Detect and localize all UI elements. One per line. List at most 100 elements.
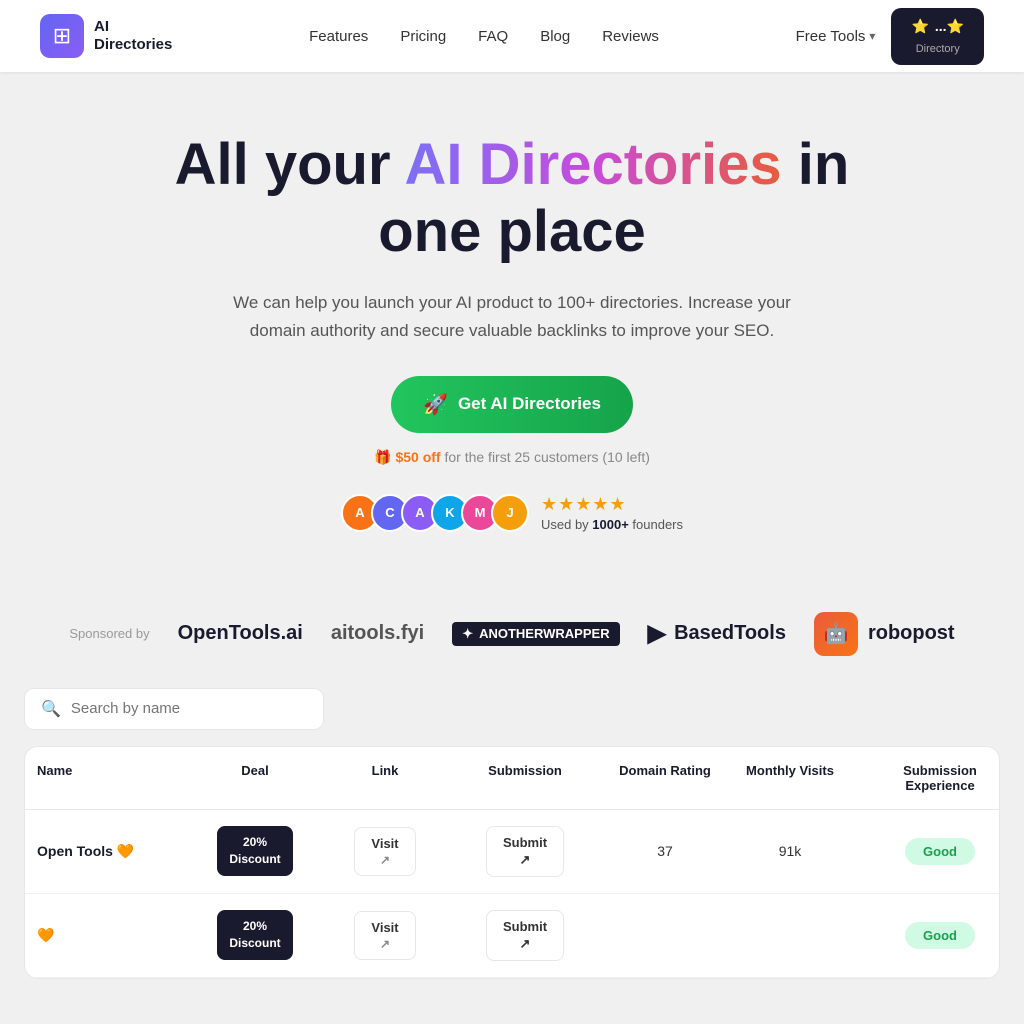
github-icon: ⭐ (911, 18, 928, 35)
nav-pricing[interactable]: Pricing (400, 28, 446, 45)
cell-monthly-visits: 91k (725, 827, 855, 875)
stars-block: ★★★★★ Used by 1000+ founders (541, 494, 683, 532)
logo-icon: ⊞ (40, 14, 84, 58)
hero-headline: All your AI Directories in one place (162, 132, 862, 265)
deal-badge: 20% Discount (217, 826, 292, 876)
cell-domain-rating-2 (605, 919, 725, 951)
search-icon: 🔍 (41, 699, 61, 719)
nav-right: Free Tools ▾ ⭐ ...⭐ Directory (796, 8, 984, 65)
cell-deal: 20% Discount (185, 810, 325, 892)
search-input[interactable] (71, 700, 307, 717)
col-submission-experience: Submission Experience (855, 747, 1000, 809)
table-section: 🔍 Name Deal Link Submission Domain Ratin… (0, 688, 1024, 1019)
sponsor-aitools: aitools.fyi (331, 622, 424, 645)
navbar: ⊞ AI Directories Features Pricing FAQ Bl… (0, 0, 1024, 72)
cell-experience-2: Good (855, 906, 1000, 965)
hero-cta-button[interactable]: 🚀 Get AI Directories (391, 376, 633, 433)
monthly-visits-value: 91k (779, 843, 802, 859)
headline-start: All your (175, 132, 405, 197)
used-by-prefix: Used by (541, 517, 592, 532)
deal2-line1: 20% (243, 919, 267, 933)
free-tools-menu[interactable]: Free Tools ▾ (796, 28, 876, 45)
cell-name: Open Tools 🧡 (25, 827, 185, 876)
external-link-icon: ↗ (380, 853, 390, 867)
cell-link-2[interactable]: Visit ↗ (325, 895, 445, 976)
col-name: Name (25, 747, 185, 809)
nav-brand: AI Directories (94, 18, 172, 54)
experience-badge-good-2: Good (905, 922, 975, 949)
visit-button-2[interactable]: Visit ↗ (354, 911, 415, 960)
sponsor-basedtools: ▶ BasedTools (648, 619, 786, 648)
free-tools-label: Free Tools (796, 28, 866, 45)
table-header: Name Deal Link Submission Domain Rating … (25, 747, 999, 810)
cell-domain-rating: 37 (605, 827, 725, 875)
col-monthly-visits: Monthly Visits (725, 747, 855, 809)
social-proof: A C A K M J ★★★★★ Used by 1000+ founders (20, 494, 1004, 532)
github-button[interactable]: ⭐ ...⭐ Directory (891, 8, 984, 65)
robopost-icon: 🤖 (814, 612, 858, 656)
used-by-suffix: founders (629, 517, 683, 532)
cell-experience: Good (855, 822, 1000, 881)
sponsor-robopost: 🤖 robopost (814, 612, 955, 656)
avatar-group: A C A K M J (341, 494, 529, 532)
submit-link-icon-2: ↗ (520, 936, 531, 952)
cell-submission[interactable]: Submit ↗ (445, 810, 605, 893)
external-link-icon-2: ↗ (380, 937, 390, 951)
nav-reviews[interactable]: Reviews (602, 28, 659, 45)
directory-table: Name Deal Link Submission Domain Rating … (24, 746, 1000, 979)
aw-text: ANOTHERWRAPPER (479, 626, 610, 641)
deal2-line2: Discount (229, 936, 280, 950)
cell-deal-2: 20% Discount (185, 894, 325, 976)
experience-badge-good: Good (905, 838, 975, 865)
sponsors-bar: Sponsored by OpenTools.ai aitools.fyi ✦ … (0, 612, 1024, 688)
deal-badge-2: 20% Discount (217, 910, 292, 960)
col-deal: Deal (185, 747, 325, 809)
cell-link[interactable]: Visit ↗ (325, 811, 445, 892)
cell-submission-2[interactable]: Submit ↗ (445, 894, 605, 977)
promo-bar: 🎁 $50 off for the first 25 customers (10… (20, 449, 1004, 466)
submit-button-2[interactable]: Submit ↗ (486, 910, 564, 961)
sponsor-label: Sponsored by (69, 626, 149, 641)
col-link: Link (325, 747, 445, 809)
deal-line1: 20% (243, 835, 267, 849)
visit-label-2: Visit (371, 920, 398, 935)
brand-line2: Directories (94, 36, 172, 54)
col-domain-rating: Domain Rating (605, 747, 725, 809)
nav-faq[interactable]: FAQ (478, 28, 508, 45)
hero-section: All your AI Directories in one place We … (0, 72, 1024, 612)
row2-name: 🧡 (37, 927, 54, 944)
promo-text: for the first 25 customers (10 left) (444, 449, 649, 465)
based-icon: ▶ (648, 619, 666, 648)
row1-name: Open Tools 🧡 (37, 843, 134, 860)
col-submission: Submission (445, 747, 605, 809)
submit-label-2: Submit (503, 919, 547, 934)
nav-features[interactable]: Features (309, 28, 368, 45)
nav-left: ⊞ AI Directories (40, 14, 172, 58)
submit-label: Submit (503, 835, 547, 850)
search-container: 🔍 (24, 688, 324, 730)
deal-line2: Discount (229, 852, 280, 866)
avatar: J (491, 494, 529, 532)
robopost-text: robopost (868, 622, 955, 645)
table-row: 🧡 20% Discount Visit ↗ Submit ↗ (25, 894, 999, 978)
sponsor-anotherwrapper: ✦ ANOTHERWRAPPER (452, 622, 619, 646)
table-row: Open Tools 🧡 20% Discount Visit ↗ Submit… (25, 810, 999, 894)
used-by-text: Used by 1000+ founders (541, 517, 683, 532)
brand-line1: AI (94, 18, 172, 36)
sponsor-opentools: OpenTools.ai (178, 622, 303, 645)
promo-amount: $50 off (395, 449, 440, 465)
github-sub: Directory (916, 43, 960, 55)
submit-button[interactable]: Submit ↗ (486, 826, 564, 877)
cell-name-2: 🧡 (25, 911, 185, 960)
visit-button[interactable]: Visit ↗ (354, 827, 415, 876)
visit-label: Visit (371, 836, 398, 851)
based-text: BasedTools (674, 622, 786, 645)
promo-gift-icon: 🎁 (374, 449, 391, 465)
cell-monthly-visits-2 (725, 919, 855, 951)
domain-rating-value: 37 (657, 843, 673, 859)
cta-label: Get AI Directories (458, 394, 601, 414)
nav-blog[interactable]: Blog (540, 28, 570, 45)
used-by-count: 1000+ (592, 517, 629, 532)
submit-link-icon: ↗ (520, 852, 531, 868)
star-rating: ★★★★★ (541, 494, 627, 515)
